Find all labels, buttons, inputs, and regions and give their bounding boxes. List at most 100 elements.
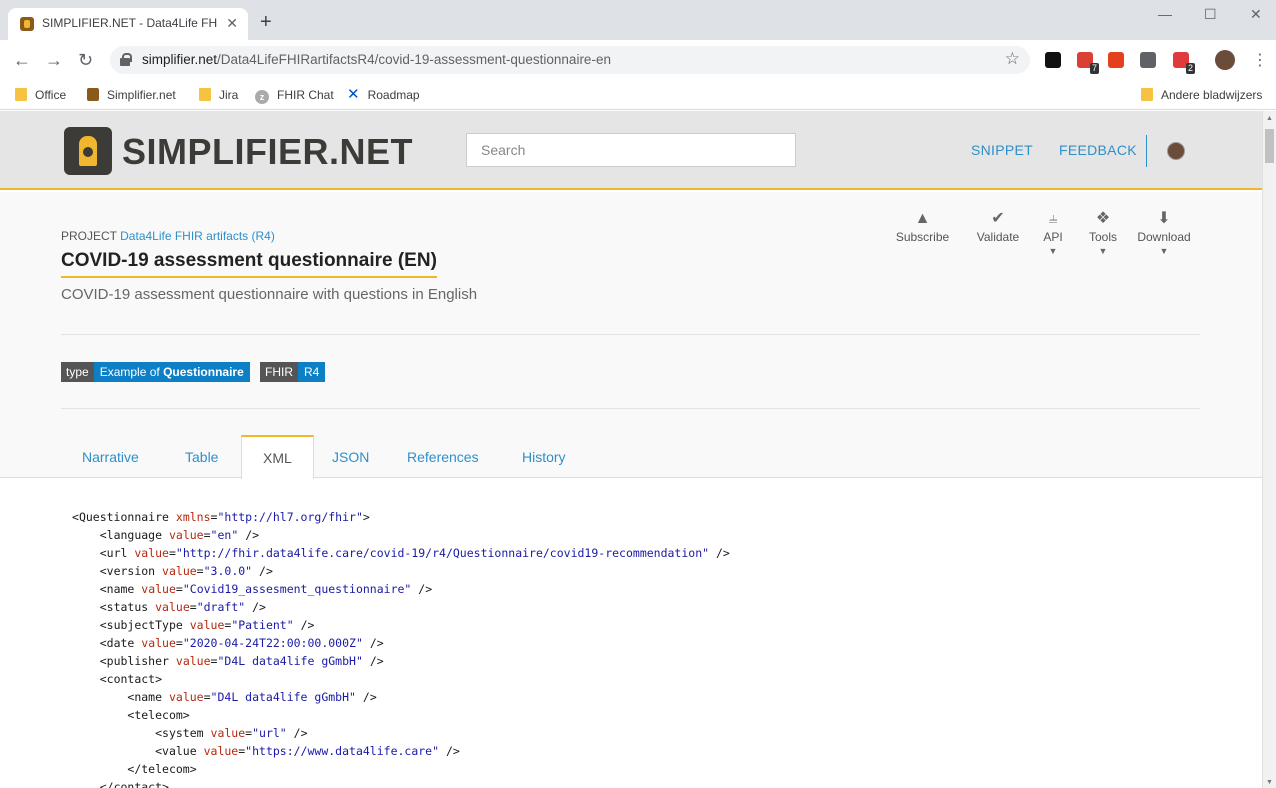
divider [61, 334, 1200, 335]
scroll-down-icon[interactable]: ▼ [1266, 779, 1273, 786]
confluence-icon: ✕ [347, 86, 360, 103]
xml-line: <Questionnaire xmlns="http://hl7.org/fhi… [72, 510, 370, 524]
extension-badge: 2 [1185, 63, 1195, 74]
user-avatar[interactable] [1167, 142, 1185, 160]
bookmark-star-icon[interactable]: ☆ [1005, 49, 1020, 69]
chevron-down-icon: ▼ [1098, 246, 1108, 256]
browser-profile-avatar[interactable] [1215, 50, 1235, 70]
xml-line: </telecom> [127, 762, 197, 776]
window-close-icon[interactable]: ✕ [1250, 6, 1262, 22]
xml-value: Covid19_assesment_questionnaire [189, 582, 405, 596]
fhir-label-value: R4 [298, 362, 326, 382]
action-label: Tools [1088, 230, 1117, 244]
fhir-version-label[interactable]: FHIR R4 [260, 362, 326, 382]
meetup-icon[interactable]: 2 [1173, 52, 1195, 74]
browser-tab[interactable]: SIMPLIFIER.NET - Data4Life FHIR ✕ [8, 8, 248, 40]
maximize-icon[interactable]: ☐ [1204, 6, 1217, 22]
tab-references[interactable]: References [386, 435, 500, 478]
office-icon[interactable] [1108, 52, 1124, 68]
resource-description: COVID-19 assessment questionnaire with q… [61, 286, 478, 303]
browser-tabstrip: SIMPLIFIER.NET - Data4Life FHIR ✕ + — ☐ … [0, 0, 1276, 40]
todoist-icon[interactable]: 7 [1077, 52, 1099, 74]
tab-history[interactable]: History [501, 435, 587, 478]
tab-xml[interactable]: XML [241, 435, 314, 479]
fhir-label-key: FHIR [260, 362, 298, 382]
type-value-bold: Questionnaire [163, 365, 244, 379]
xml-attribute: value [162, 564, 197, 578]
api-action[interactable]: ⫨ API ▼ [1038, 208, 1068, 256]
url-host: simplifier.net [142, 52, 218, 67]
validate-action[interactable]: ✔ Validate [972, 208, 1024, 244]
xml-tag-name: /telecom [134, 762, 190, 776]
type-label[interactable]: type Example of Questionnaire [61, 362, 250, 382]
bookmark-simplifier[interactable]: Simplifier.net [87, 85, 176, 105]
bookmark-fhir-chat[interactable]: z FHIR Chat [255, 85, 334, 105]
bookmark-roadmap[interactable]: ✕ Roadmap [347, 85, 420, 105]
xml-tag-name: Questionnaire [78, 510, 169, 524]
tools-action[interactable]: ❖ Tools ▼ [1084, 208, 1122, 256]
action-label: Download [1137, 230, 1191, 244]
scroll-up-icon[interactable]: ▲ [1266, 115, 1273, 122]
zulip-icon: z [255, 90, 269, 104]
chevron-down-icon: ▼ [1048, 246, 1058, 256]
xml-line: <system value="url" /> [155, 726, 308, 740]
xml-tag-name: url [106, 546, 128, 560]
browser-menu-icon[interactable]: ⋮ [1252, 50, 1268, 70]
download-action[interactable]: ⬇ Download ▼ [1134, 208, 1194, 256]
folder-icon [15, 88, 27, 101]
bookmark-office[interactable]: Office [15, 85, 66, 105]
xml-attribute: value [168, 528, 204, 542]
page-scrollbar[interactable]: ▲ ▼ [1262, 111, 1276, 788]
type-label-value: Example of Questionnaire [93, 362, 250, 382]
type-value-prefix: Example of [99, 365, 160, 379]
action-label: API [1043, 230, 1063, 244]
tab-narrative[interactable]: Narrative [61, 435, 160, 478]
reload-icon[interactable]: ↻ [78, 50, 93, 70]
nav-feedback-link[interactable]: FEEDBACK [1059, 142, 1137, 158]
page-title: COVID-19 assessment questionnaire (EN) [61, 250, 437, 278]
action-label: Subscribe [895, 230, 950, 244]
xml-attribute: value [141, 636, 176, 650]
xml-value: Patient [238, 618, 287, 632]
xml-line: <telecom> [127, 708, 190, 722]
tab-table[interactable]: Table [164, 435, 239, 478]
project-link[interactable]: Data4Life FHIR artifacts (R4) [120, 229, 275, 243]
browser-toolbar: ← → ↻ simplifier.net/Data4LifeFHIRartifa… [0, 40, 1276, 80]
xml-value: url [259, 726, 280, 740]
bookmarks-bar: Office Simplifier.net Jira z FHIR Chat ✕ R… [0, 80, 1276, 110]
address-bar[interactable]: simplifier.net/Data4LifeFHIRartifactsR4/… [110, 46, 1030, 74]
subscribe-action[interactable]: ▲ Subscribe [895, 208, 950, 244]
xml-attribute: value [134, 546, 169, 560]
xml-tag-name: system [162, 726, 204, 740]
action-label: Validate [976, 230, 1020, 244]
xml-tag-name: language [106, 528, 163, 542]
xml-line: <name value="D4L data4life gGmbH" /> [127, 690, 377, 704]
url-path: /Data4LifeFHIRartifactsR4/covid-19-asses… [217, 52, 611, 67]
divider [61, 408, 1200, 409]
nav-snippet-link[interactable]: SNIPPET [971, 142, 1033, 158]
tab-json[interactable]: JSON [311, 435, 390, 478]
check-icon: ✔ [991, 210, 1005, 227]
tab-close-icon[interactable]: ✕ [226, 15, 238, 31]
xml-attribute: value [175, 654, 211, 668]
pocket-icon[interactable] [1140, 52, 1156, 68]
bookmark-label: Roadmap [367, 88, 420, 102]
minimize-icon[interactable]: — [1158, 6, 1172, 22]
scrollbar-thumb[interactable] [1265, 129, 1274, 163]
xml-tag-name: version [106, 564, 156, 578]
bookmark-jira[interactable]: Jira [199, 85, 238, 105]
site-search-input[interactable] [466, 133, 796, 167]
forward-icon[interactable]: → [45, 50, 63, 70]
notion-icon[interactable] [1045, 52, 1061, 68]
fire-hydrant-logo-icon[interactable] [64, 127, 112, 175]
new-tab-button[interactable]: + [260, 12, 272, 32]
xml-tag-name: name [134, 690, 163, 704]
site-logo-text[interactable]: SIMPLIFIER.NET [122, 131, 413, 173]
xml-value: https://www.data4life.care [252, 744, 433, 758]
other-bookmarks[interactable]: Andere bladwijzers [1141, 85, 1262, 105]
type-label-key: type [61, 362, 94, 382]
back-icon[interactable]: ← [13, 50, 31, 70]
address-url[interactable]: simplifier.net/Data4LifeFHIRartifactsR4/… [142, 52, 611, 67]
xml-line: <date value="2020-04-24T22:00:00.000Z" /… [99, 636, 384, 650]
xml-line: <publisher value="D4L data4life gGmbH" /… [99, 654, 384, 668]
